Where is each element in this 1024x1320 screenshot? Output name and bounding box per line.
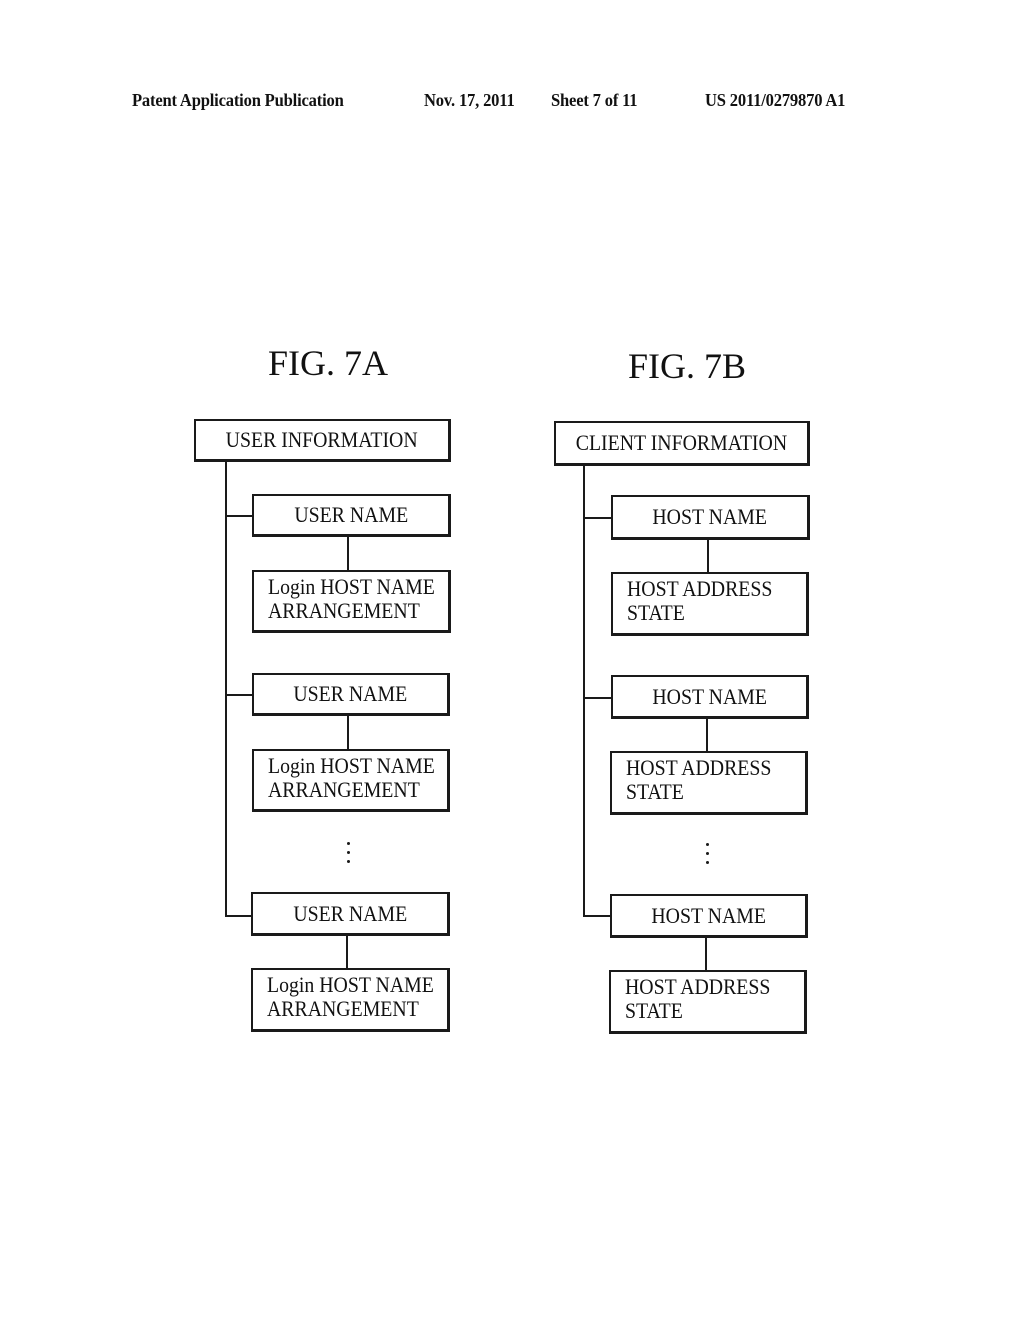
user-name-box: USER NAME	[251, 892, 450, 936]
login-host-name-box: Login HOST NAME ARRANGEMENT	[252, 570, 451, 633]
connector-line	[705, 938, 707, 971]
user-name-label: USER NAME	[293, 681, 408, 706]
host-name-label: HOST NAME	[652, 683, 767, 709]
detail-line: ARRANGEMENT	[268, 777, 420, 802]
trunk-line	[583, 466, 585, 917]
user-name-label: USER NAME	[294, 502, 408, 527]
detail-line: STATE	[625, 998, 683, 1023]
client-information-label: CLIENT INFORMATION	[575, 430, 788, 455]
trunk-line	[225, 462, 227, 917]
detail-line: STATE	[627, 600, 685, 625]
header-sheet: Sheet 7 of 11	[551, 90, 638, 110]
host-name-box: HOST NAME	[610, 894, 808, 938]
header-patent-number: US 2011/0279870 A1	[705, 90, 846, 110]
figure-7a-title: FIG. 7A	[268, 343, 389, 383]
connector-line	[707, 540, 709, 573]
header-date: Nov. 17, 2011	[424, 90, 515, 110]
branch-line	[583, 915, 611, 917]
client-information-box: CLIENT INFORMATION	[554, 421, 810, 466]
login-host-name-box: Login HOST NAME ARRANGEMENT	[251, 968, 450, 1032]
host-name-box: HOST NAME	[611, 675, 809, 719]
detail-line: ARRANGEMENT	[268, 598, 420, 623]
host-name-label: HOST NAME	[651, 902, 766, 928]
header-publication: Patent Application Publication	[132, 90, 344, 110]
branch-line	[225, 515, 253, 517]
branch-line	[225, 694, 253, 696]
ellipsis-icon	[702, 843, 712, 870]
detail-line: Login HOST NAME	[267, 972, 434, 997]
branch-line	[225, 915, 253, 917]
detail-line: ARRANGEMENT	[267, 996, 419, 1021]
user-information-box: USER INFORMATION	[194, 419, 451, 462]
host-name-box: HOST NAME	[611, 495, 810, 540]
user-name-label: USER NAME	[293, 900, 407, 926]
user-information-label: USER INFORMATION	[226, 427, 418, 452]
detail-line: Login HOST NAME	[268, 753, 435, 778]
user-name-box: USER NAME	[252, 673, 450, 716]
ellipsis-icon	[343, 842, 353, 869]
host-address-state-box: HOST ADDRESS STATE	[609, 970, 807, 1034]
connector-line	[347, 716, 349, 749]
branch-line	[583, 517, 612, 519]
detail-line: HOST ADDRESS	[627, 576, 773, 601]
figure-7b-title: FIG. 7B	[628, 346, 747, 386]
host-address-state-box: HOST ADDRESS STATE	[610, 751, 808, 815]
detail-line: STATE	[626, 779, 684, 804]
user-name-box: USER NAME	[252, 494, 451, 537]
detail-line: Login HOST NAME	[268, 574, 435, 599]
connector-line	[346, 936, 348, 969]
branch-line	[583, 697, 612, 699]
connector-line	[706, 719, 708, 752]
login-host-name-box: Login HOST NAME ARRANGEMENT	[252, 749, 450, 812]
detail-line: HOST ADDRESS	[625, 974, 771, 999]
host-address-state-box: HOST ADDRESS STATE	[611, 572, 809, 636]
connector-line	[347, 537, 349, 570]
host-name-label: HOST NAME	[652, 504, 768, 529]
detail-line: HOST ADDRESS	[626, 755, 772, 780]
